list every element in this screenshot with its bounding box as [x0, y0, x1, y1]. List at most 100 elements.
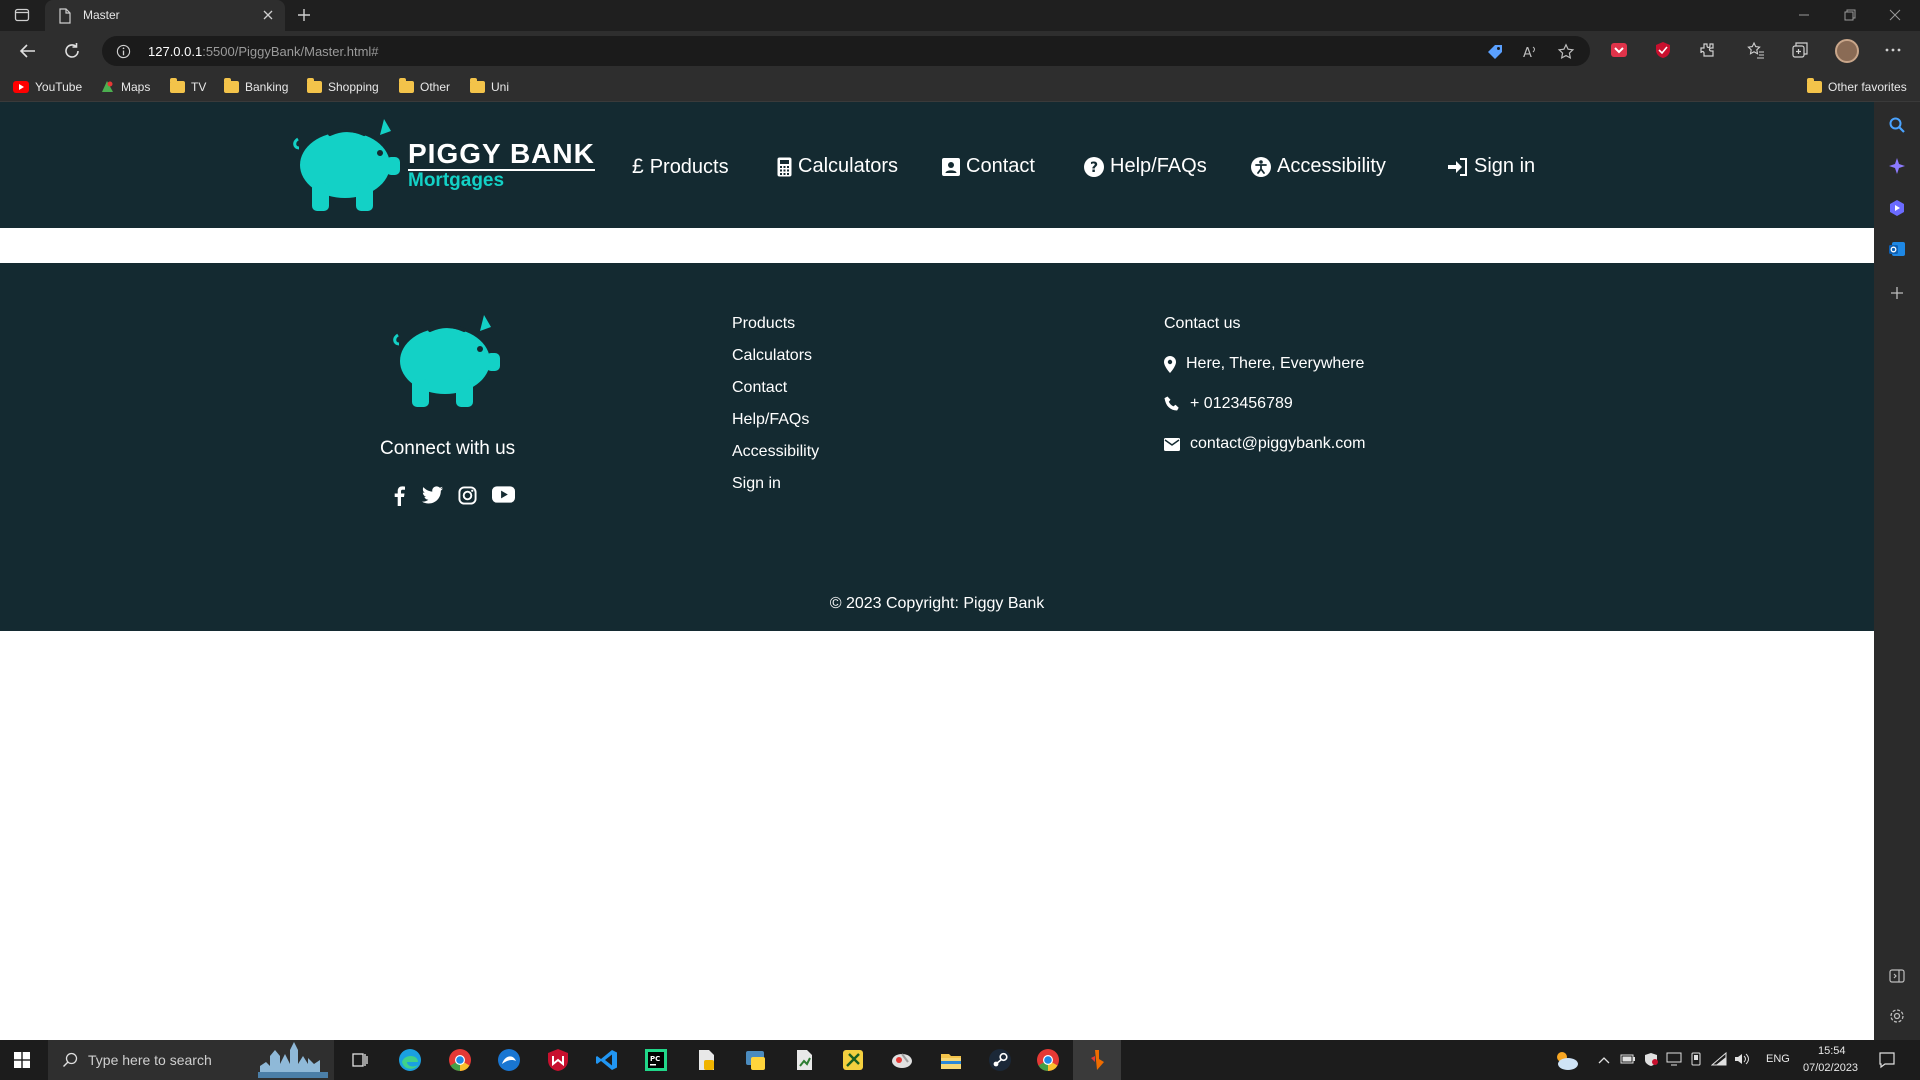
nav-label: Sign in — [1474, 155, 1536, 177]
restore-icon[interactable] — [1843, 8, 1857, 22]
footer-link-accessibility[interactable]: Accessibility — [732, 443, 819, 461]
instagram-icon[interactable] — [458, 486, 477, 505]
more-options-icon[interactable] — [1884, 41, 1902, 59]
vscode-app-icon[interactable] — [595, 1048, 619, 1072]
mcafee-app-icon[interactable] — [546, 1048, 570, 1072]
close-tab-icon[interactable] — [261, 8, 275, 22]
volume-icon[interactable] — [1734, 1052, 1750, 1066]
footer-link-contact[interactable]: Contact — [732, 379, 787, 397]
nav-sign-in[interactable]: Sign in — [1448, 155, 1535, 178]
device-tray-icon[interactable] — [1689, 1052, 1703, 1066]
chrome-second-app-icon[interactable] — [1036, 1048, 1060, 1072]
contact-email[interactable]: contact@piggybank.com — [1164, 435, 1365, 453]
windows-start-icon[interactable] — [14, 1052, 30, 1068]
read-aloud-icon[interactable]: A — [1522, 43, 1540, 61]
sidebar-settings-icon[interactable] — [1888, 1007, 1906, 1025]
taskbar-search-box[interactable]: Type here to search — [48, 1040, 334, 1080]
new-tab-icon[interactable] — [296, 7, 312, 23]
pocket-extension-icon[interactable] — [1610, 41, 1628, 59]
address-bar[interactable]: 127.0.0.1:5500/PiggyBank/Master.html# A — [102, 36, 1590, 66]
edge-app-icon[interactable] — [398, 1048, 422, 1072]
piggy-bank-logo-icon[interactable] — [290, 117, 406, 217]
profile-avatar[interactable] — [1835, 39, 1859, 63]
collections-icon[interactable] — [1791, 41, 1809, 59]
chrome-app-icon[interactable] — [448, 1048, 472, 1072]
show-hidden-icons-icon[interactable] — [1597, 1053, 1611, 1067]
bookmark-folder-tv[interactable]: TV — [170, 71, 206, 102]
accessibility-icon — [1251, 156, 1271, 177]
nav-contact[interactable]: Contact — [942, 155, 1035, 178]
favorites-icon[interactable] — [1747, 41, 1765, 59]
task-view-icon[interactable] — [348, 1048, 372, 1072]
weather-icon[interactable] — [1552, 1048, 1580, 1072]
site-header: PIGGY BANK Mortgages £ Products Calculat… — [0, 102, 1874, 228]
bookmark-folder-other[interactable]: Other — [399, 71, 450, 102]
tools-app-icon[interactable] — [841, 1048, 865, 1072]
clock-time[interactable]: 15:54 — [1818, 1045, 1846, 1057]
spreadsheet-app-icon[interactable] — [792, 1048, 816, 1072]
footer-link-products[interactable]: Products — [732, 315, 795, 333]
tab-actions-icon[interactable] — [14, 7, 32, 25]
pound-icon: £ — [632, 155, 644, 178]
document-app-icon[interactable] — [694, 1048, 718, 1072]
logo-title: PIGGY BANK — [408, 138, 595, 171]
back-icon[interactable] — [18, 41, 38, 61]
wifi-icon[interactable] — [1711, 1052, 1727, 1066]
footer-link-calculators[interactable]: Calculators — [732, 347, 812, 365]
nav-label: Help/FAQs — [1110, 155, 1207, 177]
cloud-app-icon[interactable] — [890, 1048, 914, 1072]
nav-help[interactable]: ? Help/FAQs — [1084, 155, 1207, 178]
language-indicator[interactable]: ENG — [1766, 1053, 1790, 1065]
folder-icon — [470, 77, 485, 93]
clock-date[interactable]: 07/02/2023 — [1803, 1062, 1858, 1074]
outlook-icon[interactable] — [1888, 240, 1906, 258]
browser-tab-master[interactable]: Master — [45, 0, 285, 31]
minimize-icon[interactable] — [1797, 8, 1811, 22]
mcafee-tray-icon[interactable] — [1643, 1052, 1659, 1066]
close-window-icon[interactable] — [1888, 8, 1902, 22]
mcafee-extension-icon[interactable] — [1654, 41, 1672, 59]
nav-products[interactable]: £ Products — [632, 155, 729, 179]
email-text: contact@piggybank.com — [1190, 435, 1366, 452]
url-text[interactable]: 127.0.0.1:5500/PiggyBank/Master.html# — [148, 44, 379, 59]
bookmark-youtube[interactable]: YouTube — [13, 71, 82, 102]
bookmark-folder-shopping[interactable]: Shopping — [307, 71, 379, 102]
coupon-icon[interactable] — [1486, 43, 1504, 61]
refresh-icon[interactable] — [62, 41, 82, 61]
add-sidebar-app-icon[interactable] — [1888, 284, 1906, 302]
facebook-icon[interactable] — [392, 486, 406, 506]
nav-accessibility[interactable]: Accessibility — [1251, 155, 1386, 178]
web-page: PIGGY BANK Mortgages £ Products Calculat… — [0, 102, 1874, 1040]
nav-calculators[interactable]: Calculators — [777, 155, 898, 178]
python-app-icon[interactable] — [743, 1048, 767, 1072]
bookmark-label: Uni — [491, 79, 510, 94]
bookmark-label: Other — [420, 79, 451, 94]
footer-link-help[interactable]: Help/FAQs — [732, 411, 809, 429]
footer-link-sign-in[interactable]: Sign in — [732, 475, 781, 493]
add-favorite-icon[interactable] — [1557, 43, 1575, 61]
svg-text:A: A — [1523, 46, 1532, 61]
hide-sidebar-icon[interactable] — [1888, 967, 1906, 985]
blue-browser-app-icon[interactable] — [497, 1048, 521, 1072]
bookmark-folder-banking[interactable]: Banking — [224, 71, 288, 102]
site-info-icon[interactable] — [116, 44, 131, 59]
extensions-icon[interactable] — [1698, 41, 1716, 59]
search-icon[interactable] — [1888, 116, 1906, 134]
nav-label: Products — [649, 155, 729, 178]
active-app-icon[interactable] — [1085, 1048, 1109, 1072]
pycharm-app-icon[interactable]: PC — [644, 1048, 668, 1072]
windows-taskbar: Type here to search PC ENG 15:54 07/02/2… — [0, 1040, 1920, 1080]
display-tray-icon[interactable] — [1666, 1052, 1682, 1066]
file-explorer-icon[interactable] — [939, 1048, 963, 1072]
steam-app-icon[interactable] — [988, 1048, 1012, 1072]
notifications-icon[interactable] — [1878, 1051, 1896, 1069]
logo-text[interactable]: PIGGY BANK Mortgages — [408, 140, 595, 191]
games-icon[interactable] — [1888, 199, 1906, 217]
folder-icon — [307, 77, 322, 93]
bookmark-maps[interactable]: Maps — [100, 71, 150, 102]
twitter-icon[interactable] — [422, 486, 443, 504]
youtube-social-icon[interactable] — [492, 486, 515, 503]
copilot-icon[interactable] — [1888, 157, 1906, 175]
bookmark-other-favorites[interactable]: Other favorites — [1807, 71, 1907, 102]
bookmark-folder-uni[interactable]: Uni — [470, 71, 509, 102]
